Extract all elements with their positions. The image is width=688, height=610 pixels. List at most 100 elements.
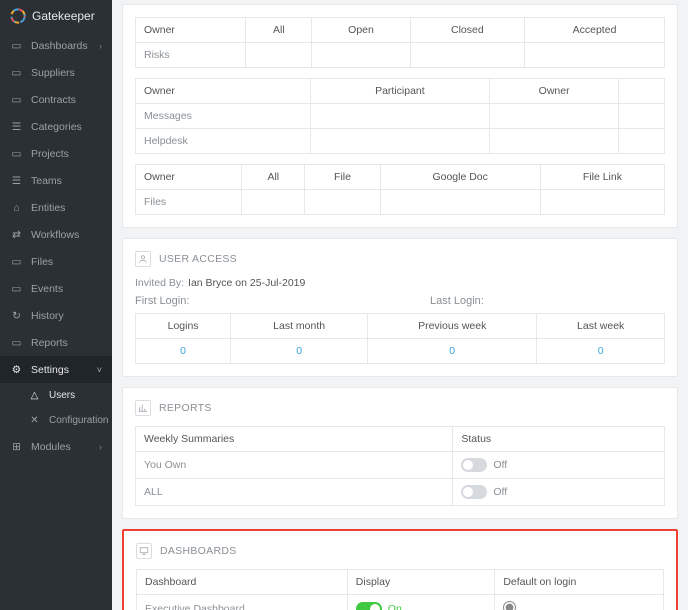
cell [540,190,664,215]
col-header: Logins [136,314,231,339]
nav: ▭Dashboards›▭Suppliers▭Contracts☰Categor… [0,32,112,610]
nav-label: Categories [31,121,82,133]
nav-icon: ▭ [10,147,23,160]
nav-label: History [31,310,64,322]
cell [619,104,665,129]
monitor-icon [136,543,152,559]
cell [380,190,540,215]
nav-icon: ⊞ [10,440,23,453]
nav-icon: ▭ [10,255,23,268]
dashboard-name: Executive Dashboard [137,595,348,610]
chevron-icon: › [99,442,102,452]
nav-sub-label: Configuration [49,415,108,426]
col-header: All [246,18,312,43]
nav-sub-icon: △ [28,389,41,402]
sidebar-item-dashboards[interactable]: ▭ Dashboards › [0,32,112,59]
chevron-icon: › [99,41,102,51]
nav-label: Events [31,283,63,295]
nav-icon: ⇄ [10,228,23,241]
nav-label: Suppliers [31,67,75,79]
risks-table: OwnerAllOpenClosedAcceptedRisks [135,17,665,68]
col-header: Accepted [525,18,665,43]
report-row-label: ALL [136,479,453,506]
nav-icon: ☰ [10,174,23,187]
sidebar-item-teams[interactable]: ☰Teams [0,167,112,194]
sidebar-subitem-configuration[interactable]: ✕ Configuration [24,408,112,433]
col-header: File [305,165,380,190]
sidebar: Gatekeeper ▭Dashboards›▭Suppliers▭Contra… [0,0,112,610]
nav-sub-label: Users [49,390,75,401]
cell [312,43,410,68]
col-header: Display [347,570,495,595]
reports-card: REPORTS Weekly SummariesStatusYou OwnOff… [122,387,678,519]
col-header: Participant [310,79,489,104]
sidebar-item-settings[interactable]: ⚙Settings˅ [0,356,112,383]
sidebar-item-files[interactable]: ▭Files [0,248,112,275]
sidebar-item-events[interactable]: ▭ Events [0,275,112,302]
dashboards-title: DASHBOARDS [160,545,237,557]
toggle-label: On [388,603,402,610]
messages-table: OwnerParticipantOwnerMessagesHelpdesk [135,78,665,154]
cell [310,129,489,154]
col-header: Last week [537,314,665,339]
cell [242,190,305,215]
toggle-label: Off [493,486,507,498]
col-header: Google Doc [380,165,540,190]
col-header: Closed [410,18,524,43]
sidebar-item-contracts[interactable]: ▭ Contracts [0,86,112,113]
nav-label: Reports [31,337,68,349]
nav-label: Contracts [31,94,76,106]
nav-sub-icon: ✕ [28,414,41,427]
nav-icon: ▭ [10,336,23,349]
login-count: 0 [368,339,537,364]
sidebar-item-entities[interactable]: ⌂Entities [0,194,112,221]
row-label: Messages [136,104,311,129]
row-label: Risks [136,43,246,68]
sidebar-item-suppliers[interactable]: ▭Suppliers [0,59,112,86]
sidebar-subitem-users[interactable]: △ Users [24,383,112,408]
nav-label: Dashboards [31,40,88,52]
row-label: Helpdesk [136,129,311,154]
gatekeeper-icon [10,8,26,24]
nav-icon: ▭ [10,282,23,295]
sidebar-item-projects[interactable]: ▭ Projects [0,140,112,167]
chevron-icon: ˅ [97,365,102,375]
report-status-cell: Off [453,452,665,479]
user-icon [135,251,151,267]
toggle-switch[interactable] [461,485,487,499]
dashboard-display-cell: On [347,595,495,610]
nav-label: Projects [31,148,69,160]
col-header: Owner [136,79,311,104]
cell [525,43,665,68]
user-access-card: USER ACCESS Invited By: Ian Bryce on 25-… [122,238,678,377]
col-header: Previous week [368,314,537,339]
logins-table: LoginsLast monthPrevious weekLast week00… [135,313,665,364]
permissions-card: OwnerAllOpenClosedAcceptedRisks OwnerPar… [122,4,678,228]
login-count: 0 [136,339,231,364]
main-content: OwnerAllOpenClosedAcceptedRisks OwnerPar… [112,0,688,610]
default-radio[interactable] [503,601,516,610]
sidebar-item-history[interactable]: ↻History [0,302,112,329]
nav-label: Settings [31,364,69,376]
sidebar-item-modules[interactable]: ⊞Modules› [0,433,112,460]
sidebar-item-workflows[interactable]: ⇄ Workflows [0,221,112,248]
user-access-title: USER ACCESS [159,253,237,265]
col-header: All [242,165,305,190]
cell [310,104,489,129]
sidebar-item-reports[interactable]: ▭ Reports [0,329,112,356]
dashboards-card: DASHBOARDS DashboardDisplayDefault on lo… [122,529,678,610]
nav-icon: ⌂ [10,201,23,214]
dashboard-default-cell [495,595,664,610]
sidebar-item-categories[interactable]: ☰Categories [0,113,112,140]
login-count: 0 [231,339,368,364]
nav-label: Workflows [31,229,79,241]
invited-by: Invited By: Ian Bryce on 25-Jul-2019 [135,277,665,289]
brand-logo: Gatekeeper [0,0,112,32]
brand-name: Gatekeeper [32,9,95,23]
nav-icon: ▭ [10,93,23,106]
nav-icon: ▭ [10,39,23,52]
toggle-switch[interactable] [356,602,382,610]
toggle-switch[interactable] [461,458,487,472]
col-header: File Link [540,165,664,190]
dashboards-table: DashboardDisplayDefault on loginExecutiv… [136,569,664,610]
